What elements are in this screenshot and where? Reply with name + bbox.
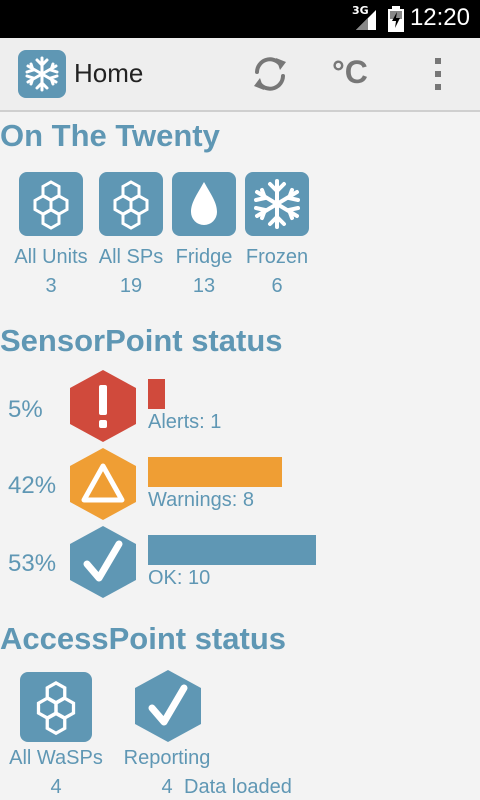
water-drop-icon[interactable]	[172, 172, 236, 236]
honeycomb-icon[interactable]	[20, 672, 92, 742]
status-bar: 3G 12:20	[0, 0, 480, 38]
tile-label-all-wasps: All WaSPs	[9, 747, 103, 769]
temperature-unit-button[interactable]: °C	[332, 54, 382, 98]
alerts-label: Alerts: 1	[148, 411, 222, 433]
alert-exclamation-icon[interactable]	[70, 370, 136, 442]
sensorpoint-status-title: SensorPoint status	[0, 323, 283, 358]
snowflake-icon[interactable]	[245, 172, 309, 236]
battery-charging-icon	[388, 6, 404, 32]
overflow-menu-icon[interactable]	[426, 52, 450, 96]
ok-bar	[148, 535, 316, 565]
warning-triangle-icon[interactable]	[70, 448, 136, 520]
honeycomb-icon[interactable]	[99, 172, 163, 236]
ok-label: OK: 10	[148, 567, 211, 589]
ok-percent: 53%	[8, 550, 57, 577]
page-title[interactable]: Home	[74, 58, 143, 89]
data-loaded-message: Data loaded	[184, 776, 292, 798]
location-title: On The Twenty	[0, 118, 220, 153]
warnings-bar	[148, 457, 282, 487]
warnings-label: Warnings: 8	[148, 489, 254, 511]
check-icon[interactable]	[135, 670, 201, 742]
tile-label-reporting: Reporting	[123, 747, 211, 769]
accesspoint-status-title: AccessPoint status	[0, 621, 286, 656]
tile-count-frozen: 6	[271, 275, 283, 297]
snowflake-icon[interactable]	[18, 50, 66, 98]
warnings-percent: 42%	[8, 472, 57, 499]
tile-label-frozen: Frozen	[245, 246, 309, 268]
honeycomb-icon[interactable]	[19, 172, 83, 236]
check-icon[interactable]	[70, 526, 136, 598]
refresh-icon[interactable]	[248, 52, 292, 96]
action-bar: Home °C	[0, 38, 480, 112]
signal-strength-icon	[356, 10, 376, 30]
alerts-percent: 5%	[8, 396, 43, 423]
status-clock: 12:20	[409, 4, 470, 31]
alerts-bar	[148, 379, 165, 409]
tile-count-all-wasps: 4	[50, 776, 62, 798]
